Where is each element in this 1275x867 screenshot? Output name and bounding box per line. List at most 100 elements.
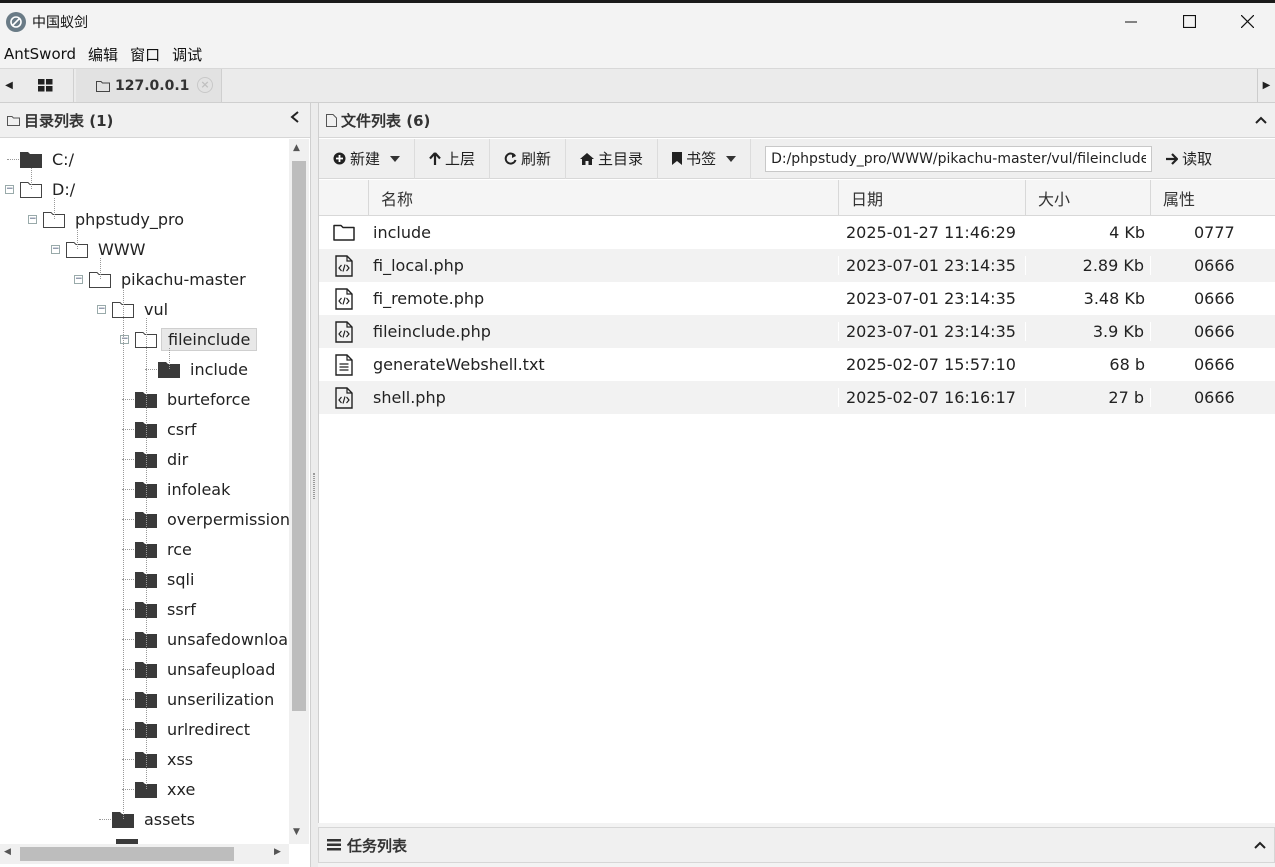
code-file-icon [319,287,369,310]
scroll-left-icon[interactable]: ◀ [4,847,11,857]
menu-window[interactable]: 窗口 [126,44,168,65]
tree-item-rce[interactable]: rce [135,534,198,564]
arrow-right-icon [1166,152,1179,165]
tree-vertical-scrollbar[interactable]: ▲ ▼ [289,139,309,844]
tree-item-fileinclude[interactable]: fileinclude [135,324,258,354]
file-row[interactable]: fi_local.php 2023-07-01 23:14:35 2.89 Kb 06… [319,249,1275,282]
tree-item-xxe[interactable]: xxe [135,774,201,804]
scroll-down-icon[interactable]: ▼ [293,827,300,837]
file-row[interactable]: fileinclude.php 2023-07-01 23:14:35 3.9 Kb… [319,315,1275,348]
collapse-node-icon[interactable]: − [28,215,37,224]
directory-tree: C:/ D:/ − phpstudy_pro − WWW − pikachu-master − v… [0,139,289,844]
tree-item-label: sqli [167,569,195,589]
tab-scroll-right-icon[interactable]: ▶ [1257,69,1275,102]
collapse-node-icon[interactable]: − [51,245,60,254]
tree-item-www[interactable]: WWW [66,234,151,264]
home-directory-button[interactable]: 主目录 [566,138,659,179]
tree-item-phpstudy-pro[interactable]: phpstudy_pro [43,204,190,234]
menu-edit[interactable]: 编辑 [84,44,126,65]
task-panel-title: 任务列表 [347,836,408,855]
tree-item-burteforce[interactable]: burteforce [135,384,256,414]
directory-panel: 目录列表 (1) C:/ D:/ − phpstudy_pro − WWW − pikachu… [0,103,311,867]
up-level-button[interactable]: 上层 [415,138,491,179]
header-attr[interactable]: 属性 [1151,180,1275,216]
bookmark-button[interactable]: 书签 [658,138,752,179]
scrollbar-thumb[interactable] [20,847,234,861]
tree-item-d[interactable]: D:/ [20,174,81,204]
file-attr: 0666 [1194,322,1235,341]
task-panel-header[interactable]: 任务列表 [318,827,1275,863]
tree-item-vul[interactable]: vul [112,294,174,324]
header-name[interactable]: 名称 [369,180,839,216]
header-size[interactable]: 大小 [1026,180,1151,216]
tree-item-label: pikachu-master [121,269,246,289]
tree-item-assets[interactable]: assets [112,804,201,834]
code-file-icon [319,320,369,343]
tab-127-0-0-1[interactable]: 127.0.0.1 × [76,69,222,102]
read-path-button[interactable]: 读取 [1152,139,1226,179]
panel-splitter[interactable] [311,103,318,867]
file-date: 2025-01-27 11:46:29 [846,223,1016,242]
tree-item-sqli[interactable]: sqli [135,564,200,594]
tree-horizontal-scrollbar[interactable]: ◀ ▶ [0,844,289,864]
refresh-button[interactable]: 刷新 [490,138,567,179]
tree-item-label: C:/ [52,149,74,169]
tree-item-include[interactable]: include [158,354,254,384]
tree-item-dir[interactable]: dir [135,444,194,474]
file-row[interactable]: fi_remote.php 2023-07-01 23:14:35 3.48 Kb 0… [319,282,1275,315]
tree-item-urlredirect[interactable]: urlredirect [135,714,256,744]
tree-item-label: ssrf [167,599,196,619]
maximize-button[interactable] [1160,3,1218,40]
tree-item-xss[interactable]: xss [135,744,199,774]
refresh-icon [504,152,517,165]
up-level-label: 上层 [445,150,476,168]
directory-panel-title: 目录列表 (1) [24,111,114,130]
tree-item-label: fileinclude [161,327,258,351]
file-row[interactable]: generateWebshell.txt 2025-02-07 15:57:10 6… [319,348,1275,381]
file-size: 4 Kb [1109,223,1145,242]
scroll-right-icon[interactable]: ▶ [274,847,281,857]
file-row[interactable]: shell.php 2025-02-07 16:16:17 27 b 0666 [319,381,1275,414]
close-window-button[interactable] [1218,3,1275,40]
menu-debug[interactable]: 调试 [168,44,210,65]
file-size: 3.48 Kb [1083,289,1145,308]
collapse-node-icon[interactable]: − [120,335,129,344]
scroll-up-icon[interactable]: ▲ [293,143,300,153]
bookmark-label: 书签 [686,150,717,168]
tree-item-unsafedownload[interactable]: unsafedownload [135,624,289,654]
tree-item-label: unserilization [167,689,275,709]
collapse-node-icon[interactable]: − [74,275,83,284]
collapse-node-icon[interactable]: − [5,185,14,194]
new-button-label: 新建 [350,150,381,168]
tree-item-label: unsafedownload [167,629,289,649]
collapse-node-icon[interactable]: − [97,305,106,314]
collapse-left-icon[interactable] [290,110,300,128]
code-file-icon [319,386,369,409]
file-attr: 0777 [1194,223,1235,242]
expand-tasks-icon[interactable] [1254,838,1266,852]
window-title: 中国蚁剑 [32,14,88,31]
caret-down-icon [726,155,737,162]
tree-item-label: csrf [167,419,197,439]
file-row[interactable]: include 2025-01-27 11:46:29 4 Kb 0777 [319,216,1275,249]
tree-item-label: xxe [167,779,196,799]
minimize-button[interactable] [1102,3,1160,40]
menu-antsword[interactable]: AntSword [0,45,84,63]
tree-item-overpermission[interactable]: overpermission [135,504,289,534]
header-date[interactable]: 日期 [839,180,1026,216]
path-input[interactable] [765,145,1153,172]
tree-item-c[interactable]: C:/ [20,144,80,174]
caret-down-icon [390,155,401,162]
tree-item-unserilization[interactable]: unserilization [135,684,280,714]
tab-close-icon[interactable]: × [197,77,213,93]
collapse-up-icon[interactable] [1255,113,1267,127]
tab-home-grid[interactable] [18,69,74,102]
tab-scroll-left-icon[interactable]: ◀ [0,69,18,102]
file-outline-icon [326,113,337,127]
new-button[interactable]: 新建 [319,138,416,179]
tree-item-unsafeupload[interactable]: unsafeupload [135,654,281,684]
scrollbar-thumb[interactable] [292,161,306,711]
tab-label: 127.0.0.1 [115,77,190,94]
tree-item-infoleak[interactable]: infoleak [135,474,236,504]
tree-item-pikachu-master[interactable]: pikachu-master [89,264,252,294]
